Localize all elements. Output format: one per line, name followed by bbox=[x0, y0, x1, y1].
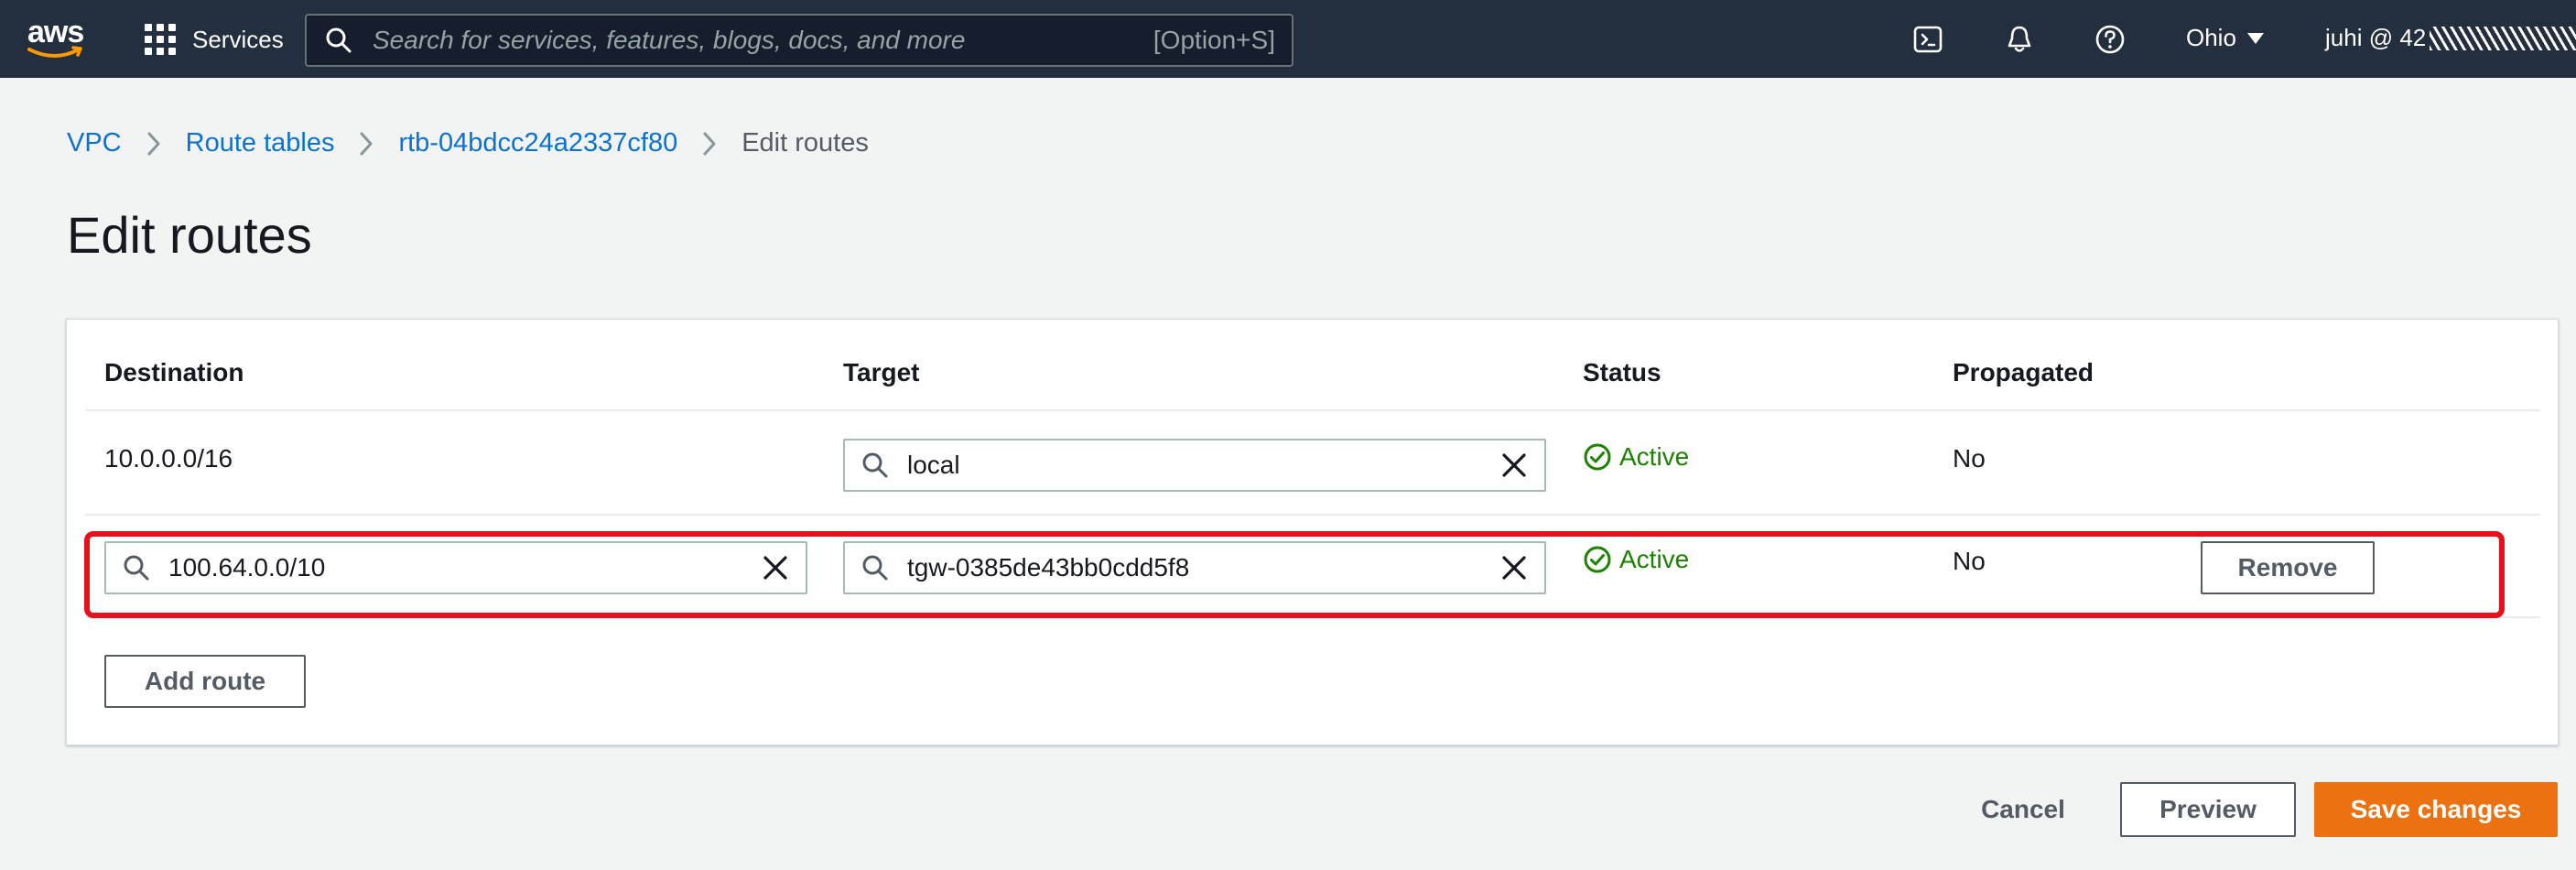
region-label: Ohio bbox=[2186, 24, 2236, 51]
help-icon[interactable] bbox=[2094, 24, 2126, 55]
route-1-propagated: No bbox=[1953, 444, 1986, 473]
route-1-status: Active bbox=[1583, 442, 1689, 472]
save-changes-button[interactable]: Save changes bbox=[2314, 782, 2558, 837]
column-header-status: Status bbox=[1583, 358, 1661, 386]
cloudshell-icon[interactable] bbox=[1912, 24, 1943, 55]
aws-smile-icon bbox=[27, 46, 82, 58]
account-label: juhi @ 42 bbox=[2325, 24, 2427, 51]
clear-icon[interactable] bbox=[762, 554, 789, 582]
chevron-right-icon bbox=[703, 132, 716, 155]
route-2-propagated: No bbox=[1953, 547, 1986, 575]
status-success-icon bbox=[1584, 546, 1611, 573]
services-menu-button[interactable]: Services bbox=[145, 20, 284, 59]
page-title: Edit routes bbox=[67, 206, 312, 264]
breadcrumb-route-table-id[interactable]: rtb-04bdcc24a2337cf80 bbox=[398, 128, 677, 158]
row-divider bbox=[85, 616, 2540, 618]
column-header-propagated: Propagated bbox=[1953, 358, 2094, 386]
status-success-icon bbox=[1584, 443, 1611, 471]
route-2-destination-value: 100.64.0.0/10 bbox=[168, 553, 326, 582]
remove-route-button[interactable]: Remove bbox=[2201, 541, 2375, 594]
services-grid-icon bbox=[145, 24, 176, 55]
caret-down-icon bbox=[2246, 32, 2264, 44]
breadcrumb-route-tables[interactable]: Route tables bbox=[186, 128, 335, 158]
route-1-status-label: Active bbox=[1619, 442, 1690, 471]
account-menu[interactable]: juhi @ 42 bbox=[2325, 24, 2576, 52]
header-divider bbox=[85, 409, 2540, 411]
breadcrumb-vpc[interactable]: VPC bbox=[67, 128, 122, 158]
search-icon bbox=[124, 555, 149, 581]
route-1-target-value: local bbox=[907, 451, 960, 479]
bell-icon[interactable] bbox=[2004, 24, 2035, 55]
search-icon bbox=[862, 452, 888, 478]
row-divider bbox=[85, 514, 2540, 516]
search-icon bbox=[326, 27, 352, 53]
column-header-destination: Destination bbox=[104, 358, 244, 386]
search-icon bbox=[862, 555, 888, 581]
clear-icon[interactable] bbox=[1500, 451, 1528, 479]
routes-container: Destination Target Status Propagated 10.… bbox=[66, 319, 2559, 745]
route-2-status-label: Active bbox=[1619, 545, 1690, 573]
global-search-input[interactable]: Search for services, features, blogs, do… bbox=[305, 14, 1293, 67]
cancel-button[interactable]: Cancel bbox=[1968, 784, 2078, 835]
route-2-status: Active bbox=[1583, 545, 1689, 574]
breadcrumb: VPC Route tables rtb-04bdcc24a2337cf80 E… bbox=[67, 128, 869, 158]
clear-icon[interactable] bbox=[1500, 554, 1528, 582]
region-selector[interactable]: Ohio bbox=[2186, 24, 2264, 52]
chevron-right-icon bbox=[360, 132, 373, 155]
breadcrumb-current: Edit routes bbox=[741, 128, 869, 158]
route-1-target-input[interactable]: local bbox=[843, 439, 1546, 492]
add-route-button[interactable]: Add route bbox=[104, 655, 306, 708]
preview-button[interactable]: Preview bbox=[2120, 782, 2296, 837]
route-2-target-value: tgw-0385de43bb0cdd5f8 bbox=[907, 553, 1190, 582]
chevron-right-icon bbox=[147, 132, 160, 155]
route-1-destination: 10.0.0.0/16 bbox=[104, 444, 233, 473]
column-header-target: Target bbox=[843, 358, 920, 386]
route-2-target-input[interactable]: tgw-0385de43bb0cdd5f8 bbox=[843, 541, 1546, 594]
top-navigation: aws Services Search for services, featur… bbox=[0, 0, 2576, 78]
aws-logo[interactable]: aws bbox=[26, 15, 88, 60]
search-shortcut-hint: [Option+S] bbox=[1153, 26, 1275, 54]
route-2-destination-input[interactable]: 100.64.0.0/10 bbox=[104, 541, 807, 594]
redacted-account-id bbox=[2430, 26, 2576, 50]
services-label: Services bbox=[192, 25, 284, 53]
search-placeholder: Search for services, features, blogs, do… bbox=[373, 26, 966, 54]
